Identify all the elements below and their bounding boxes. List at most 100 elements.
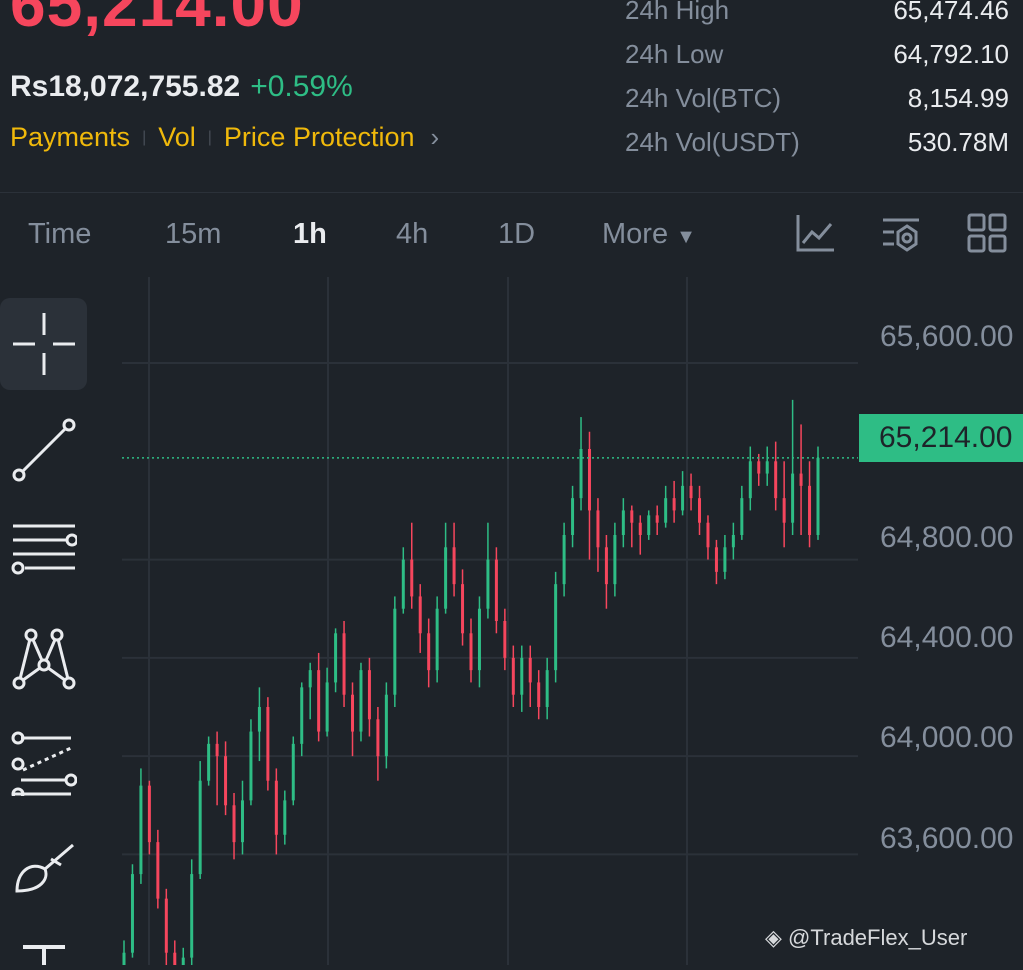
candle-body xyxy=(198,780,202,875)
y-axis-label: 64,000.00 xyxy=(880,721,1014,754)
candle-body xyxy=(181,957,185,970)
tab-1d[interactable]: 1D xyxy=(498,218,535,251)
tab-1h[interactable]: 1h xyxy=(293,218,327,251)
chevron-right-icon[interactable]: › xyxy=(431,122,440,153)
candle-body xyxy=(571,498,575,535)
candle-body xyxy=(562,535,566,585)
candle-body xyxy=(334,633,338,683)
candle-body xyxy=(477,608,481,671)
tab-4h[interactable]: 4h xyxy=(396,218,428,251)
indicator-chart-icon[interactable] xyxy=(795,212,837,254)
candle-body xyxy=(240,800,244,843)
candle-body xyxy=(486,559,490,609)
candle-body xyxy=(537,682,541,707)
header-divider xyxy=(0,192,1023,193)
candle-body xyxy=(393,608,397,695)
tab-time[interactable]: Time xyxy=(28,218,91,251)
trendline-icon xyxy=(12,418,75,482)
fiat-value: Rs18,072,755.82 xyxy=(10,70,241,103)
price-protection-link[interactable]: Price Protection xyxy=(224,122,415,153)
fib-tool[interactable] xyxy=(0,717,87,809)
candle-body xyxy=(190,874,194,958)
trendline-tool[interactable] xyxy=(0,404,87,496)
candle-body xyxy=(816,457,820,535)
candle-body xyxy=(342,633,346,695)
stat-label: 24h Vol(BTC) xyxy=(625,82,782,113)
candle-body xyxy=(384,694,388,757)
candle-body xyxy=(791,473,795,523)
candle-body xyxy=(554,584,558,671)
candle-body xyxy=(300,687,304,744)
current-price-tag: 65,214.00 xyxy=(859,414,1023,462)
tab-15m[interactable]: 15m xyxy=(165,218,221,251)
candle-body xyxy=(215,743,219,757)
tab-more[interactable]: More ▼ xyxy=(602,218,696,251)
candle-body xyxy=(164,898,168,953)
link-separator: | xyxy=(142,128,147,146)
payments-link[interactable]: Payments xyxy=(10,122,130,153)
candle-body xyxy=(714,547,718,572)
candle-body xyxy=(808,485,812,535)
candle-body xyxy=(757,461,761,474)
crosshair-tool[interactable] xyxy=(0,298,87,390)
candle-body xyxy=(283,800,287,835)
candle-body xyxy=(647,515,651,535)
candle-body xyxy=(698,498,702,523)
candle-body xyxy=(604,547,608,585)
horizontal-lines-tool[interactable] xyxy=(0,507,87,599)
candle-body xyxy=(139,785,143,875)
candle-body xyxy=(545,670,549,707)
text-icon xyxy=(22,945,65,965)
candle-body xyxy=(503,621,507,658)
candle-body xyxy=(706,522,710,548)
stat-label: 24h Low xyxy=(625,38,724,69)
pattern-icon xyxy=(12,628,75,690)
stat-value: 64,792.10 xyxy=(893,38,1009,69)
candle-body xyxy=(452,547,456,585)
candle-body xyxy=(655,515,659,523)
y-axis-label: 64,400.00 xyxy=(880,621,1014,654)
candle-body xyxy=(317,670,321,732)
candlestick-chart[interactable] xyxy=(0,277,1023,970)
y-axis-label: 64,800.00 xyxy=(880,521,1014,554)
candle-body xyxy=(469,633,473,671)
candle-body xyxy=(672,498,676,511)
candle-body xyxy=(367,670,371,720)
chart-settings-icon[interactable] xyxy=(880,212,922,254)
fiat-value-row: Rs18,072,755.82 +0.59% xyxy=(10,70,353,104)
candle-body xyxy=(461,584,465,634)
stat-value: 530.78M xyxy=(907,126,1009,157)
stat-24h-low: 24h Low 64,792.10 xyxy=(625,32,1009,76)
candle-body xyxy=(359,670,363,732)
link-separator: | xyxy=(207,128,212,146)
chart-area[interactable] xyxy=(0,277,1023,970)
candle-body xyxy=(740,498,744,535)
candle-body xyxy=(351,694,355,732)
text-tool[interactable] xyxy=(0,927,87,965)
candle-body xyxy=(291,743,295,801)
candle-body xyxy=(207,743,211,781)
pattern-tool[interactable] xyxy=(0,612,87,704)
candle-body xyxy=(376,719,380,757)
candle-body xyxy=(494,559,498,621)
candle-body xyxy=(748,461,752,499)
candle-body xyxy=(156,842,160,899)
stat-24h-vol-btc: 24h Vol(BTC) 8,154.99 xyxy=(625,76,1009,120)
candle-body xyxy=(689,485,693,499)
more-label: More xyxy=(602,218,669,250)
last-price: 65,214.00 xyxy=(10,0,304,40)
vol-link[interactable]: Vol xyxy=(158,122,196,153)
stat-value: 8,154.99 xyxy=(907,82,1009,113)
candle-body xyxy=(274,780,278,835)
grid-layout-icon[interactable] xyxy=(966,212,1008,254)
fib-icon xyxy=(11,731,77,796)
watermark-text: @TradeFlex_User xyxy=(788,925,968,950)
brush-tool[interactable] xyxy=(0,822,87,914)
candle-body xyxy=(731,535,735,548)
caret-down-icon: ▼ xyxy=(676,226,696,248)
stat-24h-vol-usdt: 24h Vol(USDT) 530.78M xyxy=(625,120,1009,164)
candle-body xyxy=(435,608,439,671)
candle-body xyxy=(774,461,778,499)
candle-body xyxy=(444,547,448,609)
y-axis-label: 63,600.00 xyxy=(880,822,1014,855)
